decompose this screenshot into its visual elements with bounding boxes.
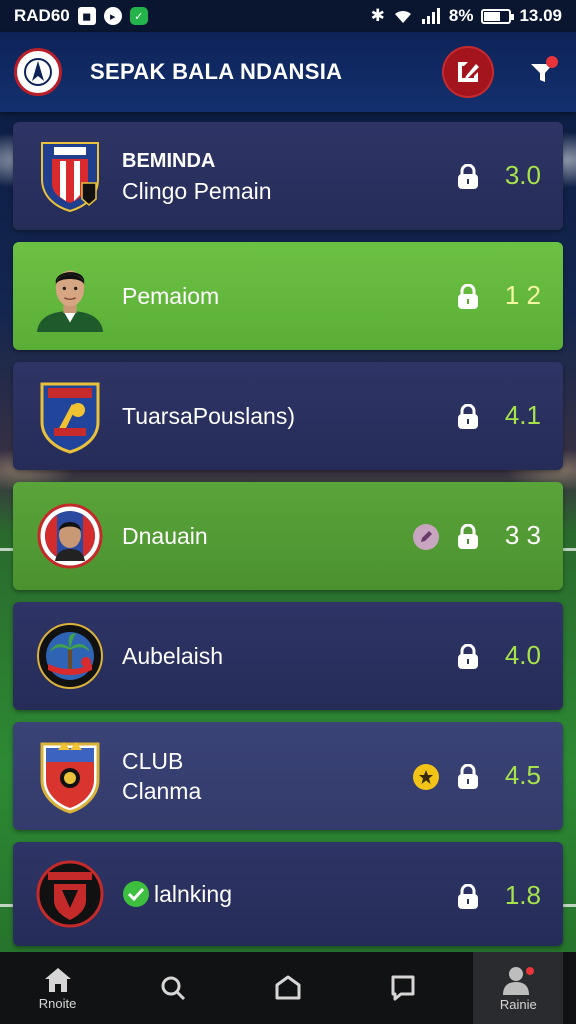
filter-button[interactable] [522, 52, 562, 92]
home-icon [44, 967, 71, 992]
list-item[interactable]: Dnauain 3 3 [13, 482, 563, 590]
status-bar: RAD60 ◼ ▸ ✓ ✱ 8% 13.09 [0, 0, 576, 32]
wifi-icon [394, 10, 411, 23]
status-right: ✱ 8% 13.09 [371, 6, 562, 26]
list-item[interactable]: Aubelaish 4.0 [13, 602, 563, 710]
arrow-logo-icon [24, 58, 52, 86]
media-icon: ▸ [103, 7, 122, 25]
app-logo[interactable] [14, 48, 62, 96]
edit-icon [458, 62, 479, 82]
lion-crest-icon [35, 738, 105, 814]
list-item[interactable]: Pemaiom 1 2 [13, 242, 563, 350]
rating-value: 3.0 [504, 160, 541, 190]
edit-button[interactable] [442, 46, 494, 98]
club-shield-icon [35, 378, 105, 454]
pencil-badge-icon [413, 524, 439, 550]
team-list: BEMINDA Clingo Pemain 3.0 Pemaiom 1 2 Tu… [13, 122, 563, 958]
search-icon [161, 976, 185, 1001]
nav-messages[interactable] [358, 974, 448, 1002]
message-icon [391, 975, 415, 1001]
rating-value: 4.5 [504, 760, 541, 790]
notification-app-icon: ◼ [77, 7, 96, 25]
red-crest-icon [35, 856, 105, 932]
lock-icon [458, 644, 478, 669]
carrier-text: RAD60 [14, 6, 70, 25]
battery-percent: 8% [448, 6, 474, 25]
profile-icon [503, 966, 535, 995]
settings-gear-icon: ✱ [370, 6, 385, 25]
nav-center[interactable] [243, 974, 333, 1002]
chat-app-icon: ✓ [129, 7, 148, 25]
palm-badge-icon [35, 618, 105, 694]
lock-icon [458, 524, 478, 549]
nav-search[interactable] [128, 974, 218, 1002]
lock-icon [458, 764, 478, 789]
nav-home-label: Rnoite [38, 995, 77, 1011]
clock: 13.09 [519, 6, 562, 25]
list-item[interactable]: BEMINDA Clingo Pemain 3.0 [13, 122, 563, 230]
signal-icon [421, 8, 440, 24]
rating-value: 3 3 [504, 520, 541, 550]
nav-profile-label: Rainie [499, 996, 537, 1012]
list-item[interactable]: TuarsaPouslans) 4.1 [13, 362, 563, 470]
notification-dot [546, 56, 558, 68]
battery-icon [481, 8, 515, 24]
list-item[interactable]: CLUB Clanma 4.5 [13, 722, 563, 830]
status-left: RAD60 ◼ ▸ ✓ [14, 6, 148, 26]
circle-home-icon [275, 975, 301, 1000]
nav-profile[interactable]: Rainie [473, 952, 564, 1024]
star-badge-icon [413, 764, 439, 790]
app-header: SEPAK BALA NDANSIA [0, 32, 576, 112]
lock-icon [458, 284, 478, 309]
lock-icon [458, 404, 478, 429]
club-crest-icon [35, 138, 105, 214]
rating-value: 1.8 [504, 880, 541, 910]
app-title: SEPAK BALA NDANSIA [90, 59, 343, 84]
lock-icon [458, 164, 478, 189]
rating-value: 1 2 [504, 280, 541, 310]
player-portrait-icon [35, 258, 105, 334]
list-item-title: lalnking [154, 881, 232, 907]
rating-value: 4.1 [504, 400, 541, 430]
check-icon [123, 881, 149, 907]
rating-value: 4.0 [504, 640, 541, 670]
list-item[interactable]: lalnking 1.8 [13, 842, 563, 946]
player-badge-icon [35, 498, 105, 574]
lock-icon [458, 884, 478, 909]
bottom-nav: Rnoite Rainie [0, 952, 576, 1024]
nav-home[interactable]: Rnoite [13, 966, 103, 1011]
